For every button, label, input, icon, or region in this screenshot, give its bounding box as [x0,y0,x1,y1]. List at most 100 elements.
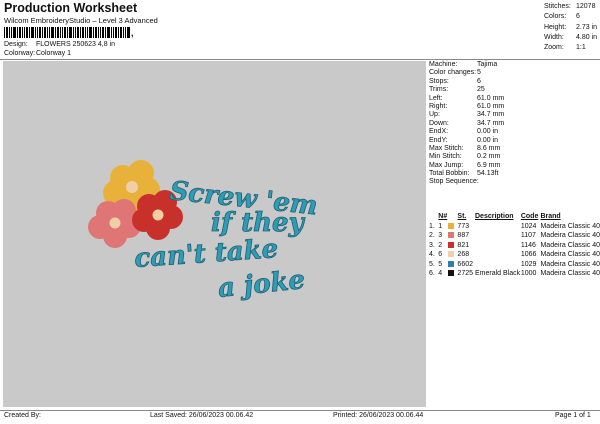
stop-index: 5. [429,260,435,268]
stop-index: 1. [429,222,435,230]
color-swatch [448,241,455,248]
thread-code: 1146 [520,241,536,249]
thread-st: 821 [457,241,470,249]
thread-st: 773 [457,222,470,230]
thread-st: 2725 [457,270,473,278]
needle-number: 1 [438,222,443,230]
stop-sequence-title: Stop Sequence: [429,178,479,186]
design-preview: Screw 'em if they can't take a joke [3,61,426,407]
color-swatch-cell [448,241,457,251]
color-swatch [448,270,455,277]
page-number: Page 1 of 1 [555,412,591,419]
stop-row: 2. 3 887 1107 Madeira Classic 40 [429,231,600,241]
colorway-value: Colorway 1 [36,50,72,57]
thread-code: 1107 [520,232,536,240]
color-swatch-cell [448,222,457,232]
thread-code: 1024 [520,222,537,230]
needle-number: 4 [438,270,443,278]
col-description: Description [475,213,514,221]
thread-st: 887 [457,232,470,240]
stat-stitches: Stitches: 12078 [544,3,596,10]
info-total-bobbin: Total Bobbin: 54.13ft [429,170,499,178]
stat-height: Height: 2.73 in [544,23,598,31]
info-right: Right: 61.0 mm [429,102,505,110]
thread-code: 1000 [520,270,537,278]
colorway-row: Colorway:Colorway 1 [4,50,71,57]
thread-description [475,250,521,260]
stop-row: 3. 2 821 1146 Madeira Classic 40 [429,241,600,251]
stat-zoom: Zoom: 1:1 [544,44,586,52]
color-swatch [448,260,455,267]
info-machine: Machine: Tajima [429,61,498,68]
thread-description [475,231,521,241]
thread-brand: Madeira Classic 40 [540,270,600,278]
col-brand: Brand [540,213,561,221]
embroidery-preview: Screw 'em if they can't take a joke [88,160,319,304]
info-left: Left: 61.0 mm [429,94,505,102]
last-saved: Last Saved: 26/06/2023 00.06.42 [150,412,254,419]
design-text-line3: can't take [133,234,279,274]
thread-st: 268 [457,251,470,259]
footer-divider [0,410,600,411]
info-min-stitch: Min Stitch: 0.2 mm [429,153,501,161]
info-max-stitch: Max Stitch: 8.6 mm [429,144,501,152]
design-text-line2: if they [211,208,306,238]
thread-description: Emerald Black [475,270,521,278]
stat-width: Width: 4.80 in [544,33,598,41]
thread-st: 6602 [457,260,473,268]
stop-row: 1. 1 773 1024 Madeira Classic 40 [429,222,600,232]
thread-brand: Madeira Classic 40 [540,260,600,268]
thread-brand: Madeira Classic 40 [540,251,600,259]
color-swatch-cell [448,250,457,260]
needle-number: 3 [438,232,443,240]
info-max-jump: Max Jump: 6.9 mm [429,161,501,169]
info-endy: EndY: 0.00 in [429,136,499,144]
stat-colors: Colors: 6 [544,13,580,21]
color-swatch-cell [448,260,457,270]
printed-date: Printed: 26/06/2023 00.06.44 [333,412,424,419]
needle-number: 5 [438,260,443,268]
stop-table-header: N# St. Description Code Brand [429,212,600,222]
stop-index: 3. [429,241,435,249]
thread-description [475,222,521,232]
col-st: St. [457,213,467,221]
col-n: N# [438,213,448,221]
barcode-suffix: , [131,28,134,38]
stop-index: 2. [429,232,435,240]
colorway-label: Colorway: [4,50,36,57]
thread-code: 1029 [520,260,537,268]
header-divider [0,59,600,60]
design-label: Design: [4,41,28,48]
software-name: Wilcom EmbroideryStudio – Level 3 Advanc… [4,16,158,25]
info-stops: Stops: 6 [429,77,481,85]
info-down: Down: 34.7 mm [429,119,505,127]
created-by: Created By: [4,412,41,419]
stop-index: 6. [429,270,435,278]
barcode [4,27,130,38]
thread-brand: Madeira Classic 40 [540,232,600,240]
color-swatch-cell [448,231,457,241]
thread-code: 1066 [520,251,537,259]
col-code: Code [520,213,539,221]
color-swatch [448,232,455,239]
needle-number: 2 [438,241,443,249]
stop-index: 4. [429,251,435,259]
info-up: Up: 34.7 mm [429,111,505,119]
info-trims: Trims: 25 [429,86,485,94]
design-stats: Stitches: 12078 Colors: 6 Height: 2.73 in W… [544,2,597,53]
info-color-changes: Color changes:5 [429,69,481,77]
color-swatch-cell [448,269,457,279]
stop-row: 6. 4 2725 Emerald Black 1000 Madeira Classic … [429,269,600,279]
worksheet-title: Production Worksheet [4,1,138,15]
stop-sequence-table: N# St. Description Code Brand 1. 1 773 1024… [429,212,600,279]
stop-row: 4. 6 268 1066 Madeira Classic 40 [429,250,600,260]
design-value: FLOWERS 250623 4,8 in [36,41,115,48]
design-row: Design: FLOWERS 250623 4,8 in [4,41,115,48]
thread-brand: Madeira Classic 40 [540,241,600,249]
design-text-line4: a joke [217,265,307,304]
info-endx: EndX: 0.00 in [429,128,499,136]
stop-row: 5. 5 6602 1029 Madeira Classic 40 [429,260,600,270]
thread-description [475,241,521,251]
color-swatch [448,251,455,258]
color-swatch [448,222,455,229]
